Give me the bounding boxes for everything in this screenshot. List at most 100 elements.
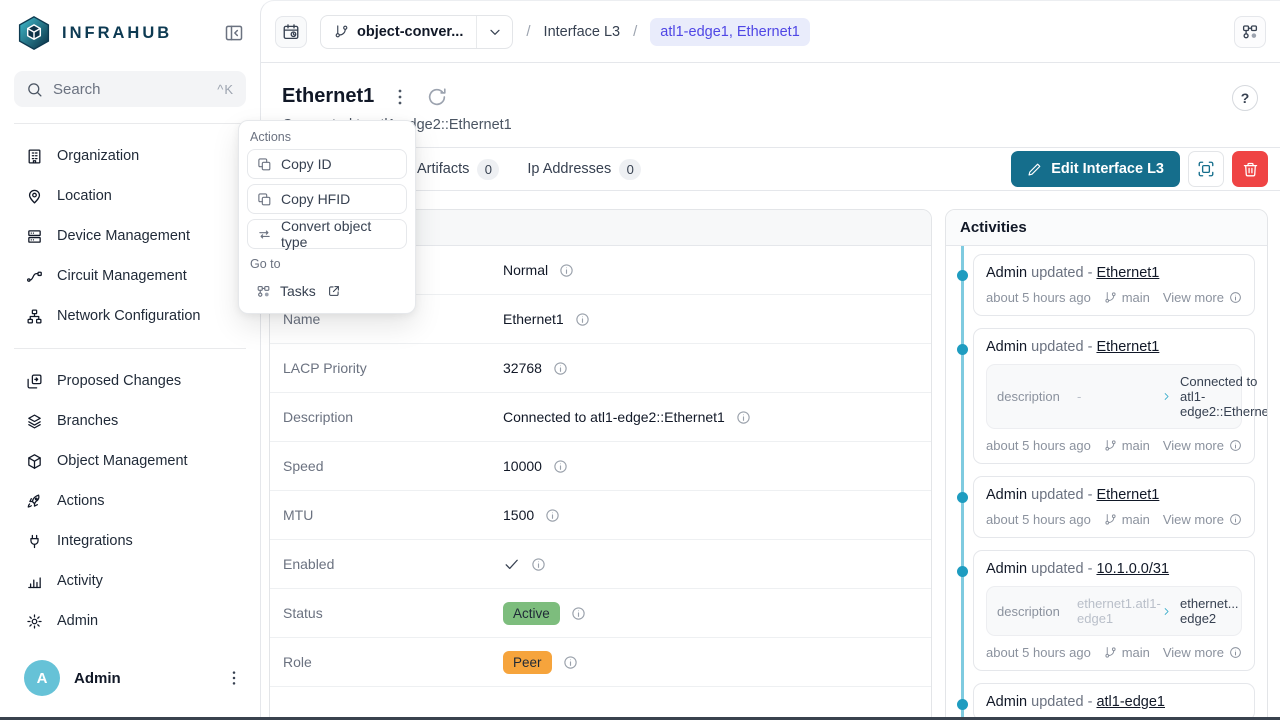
diff-new-value: Connected to atl1- edge2::Ethernet1 (1180, 374, 1267, 419)
time-travel-button[interactable] (275, 16, 307, 48)
sidebar-collapse-icon[interactable] (224, 23, 244, 43)
activity-verb: updated (1031, 561, 1083, 577)
sidebar-item[interactable]: Activity (0, 561, 260, 601)
search-input[interactable]: Search ^K (14, 71, 246, 107)
sidebar-item-label: Admin (57, 613, 98, 629)
delete-button[interactable] (1232, 151, 1268, 187)
info-icon[interactable] (736, 410, 751, 425)
git-branch-icon (1104, 291, 1117, 304)
activity-object-link[interactable]: Ethernet1 (1096, 339, 1159, 355)
sidebar-item-label: Actions (57, 493, 105, 509)
help-button[interactable]: ? (1232, 85, 1258, 111)
info-icon[interactable] (545, 508, 560, 523)
sidebar-item[interactable]: Device Management (0, 216, 260, 256)
menu-section-goto: Tasks (247, 276, 407, 306)
table-row: Role Peer Peer (270, 638, 931, 687)
activity-object-link[interactable]: Ethernet1 (1096, 487, 1159, 503)
gear-icon (26, 613, 43, 630)
tab[interactable]: Ip Addresses 0 (527, 159, 641, 180)
sidebar-item[interactable]: Proposed Changes (0, 361, 260, 401)
info-icon[interactable] (553, 459, 568, 474)
branch-selector-toggle[interactable] (476, 16, 512, 48)
menu-item-tasks[interactable]: Tasks (247, 276, 407, 306)
details-rows: Normal Normal Name Ethernet1 (270, 246, 931, 720)
view-more-link[interactable]: View more (1163, 512, 1242, 527)
sidebar-item[interactable]: Organization (0, 136, 260, 176)
activity-object-link[interactable]: 10.1.0.0/31 (1096, 561, 1169, 577)
activity-branch: main (1104, 512, 1150, 527)
breadcrumb-separator: / (526, 23, 530, 40)
sidebar-item-label: Integrations (57, 533, 133, 549)
sidebar-item-label: Proposed Changes (57, 373, 181, 389)
activity-actor: Admin (986, 561, 1027, 577)
sidebar-item[interactable]: Network Configuration (0, 296, 260, 336)
diff-old-value: - (1077, 389, 1153, 404)
activity-object-link[interactable]: Ethernet1 (1096, 265, 1159, 281)
activity-item: Admin updated - atl1-edge1 (973, 683, 1255, 720)
activity-actor: Admin (986, 487, 1027, 503)
breadcrumb-current[interactable]: atl1-edge1, Ethernet1 (650, 18, 809, 46)
object-actions-kebab-icon[interactable] (389, 86, 411, 108)
refresh-icon[interactable] (426, 86, 448, 108)
external-link-icon (327, 284, 341, 298)
activity-icon (26, 573, 43, 590)
info-icon[interactable] (559, 263, 574, 278)
menu-item-label: Tasks (280, 283, 316, 299)
edit-interface-button[interactable]: Edit Interface L3 (1011, 151, 1180, 187)
info-icon[interactable] (571, 606, 586, 621)
menu-item[interactable]: Convert object type (247, 219, 407, 249)
breadcrumb-separator: / (633, 23, 637, 40)
info-icon[interactable] (531, 557, 546, 572)
activity-card: Admin updated - atl1-edge1 (973, 683, 1255, 720)
git-branch-icon (1104, 513, 1117, 526)
menu-item[interactable]: Copy ID (247, 149, 407, 179)
tab[interactable]: Artifacts 0 (417, 159, 499, 180)
info-icon[interactable] (563, 655, 578, 670)
activity-object-link[interactable]: atl1-edge1 (1096, 694, 1165, 710)
sidebar: INFRAHUB Search ^K Organization Location (0, 0, 260, 720)
field-value: Normal (503, 262, 548, 278)
activity-time: about 5 hours ago (986, 645, 1091, 660)
menu-section-label: Go to (247, 254, 407, 276)
field-label: Speed (283, 458, 503, 474)
sidebar-item-label: Circuit Management (57, 268, 187, 284)
branch-selector[interactable]: object-conver... (320, 15, 513, 49)
git-branch-icon (334, 24, 349, 39)
sidebar-item[interactable]: Integrations (0, 521, 260, 561)
info-icon[interactable] (553, 361, 568, 376)
tab-count-badge: 0 (477, 159, 499, 180)
sidebar-item[interactable]: Admin (0, 601, 260, 641)
sidebar-item[interactable]: Actions (0, 481, 260, 521)
sidebar-item[interactable]: Circuit Management (0, 256, 260, 296)
breadcrumb-parent[interactable]: Interface L3 (544, 24, 621, 40)
sidebar-item[interactable]: Branches (0, 401, 260, 441)
object-toolbar: Edit Interface L3 (1011, 151, 1268, 187)
info-icon[interactable] (575, 312, 590, 327)
activity-time: about 5 hours ago (986, 438, 1091, 453)
view-more-link[interactable]: View more (1163, 290, 1242, 305)
info-icon (1229, 646, 1242, 659)
field-value: 10000 (503, 458, 542, 474)
sidebar-item[interactable]: Location (0, 176, 260, 216)
user-menu-kebab-icon[interactable] (224, 668, 244, 688)
user-row: A Admin (0, 648, 260, 720)
field-value: Connected to atl1-edge2::Ethernet1 (503, 409, 725, 425)
sidebar-item[interactable]: Object Management (0, 441, 260, 481)
info-icon (1229, 513, 1242, 526)
proposed-changes-icon (26, 373, 43, 390)
diff-attribute: description (997, 389, 1069, 404)
search-icon (26, 81, 43, 98)
field-label: Role (283, 654, 503, 670)
table-row: Speed 10000 10000 (270, 442, 931, 491)
sidebar-item-label: Branches (57, 413, 118, 429)
activity-card: Admin updated - Ethernet1 (973, 254, 1255, 316)
view-more-link[interactable]: View more (1163, 645, 1242, 660)
diff-attribute: description (997, 604, 1069, 619)
manage-groups-button[interactable] (1188, 151, 1224, 187)
view-more-link[interactable]: View more (1163, 438, 1242, 453)
activity-item: Admin updated - Ethernet1 description - (973, 328, 1255, 464)
sidebar-item-label: Device Management (57, 228, 190, 244)
schema-button[interactable] (1234, 16, 1266, 48)
menu-item[interactable]: Copy HFID (247, 184, 407, 214)
field-label: Enabled (283, 556, 503, 572)
